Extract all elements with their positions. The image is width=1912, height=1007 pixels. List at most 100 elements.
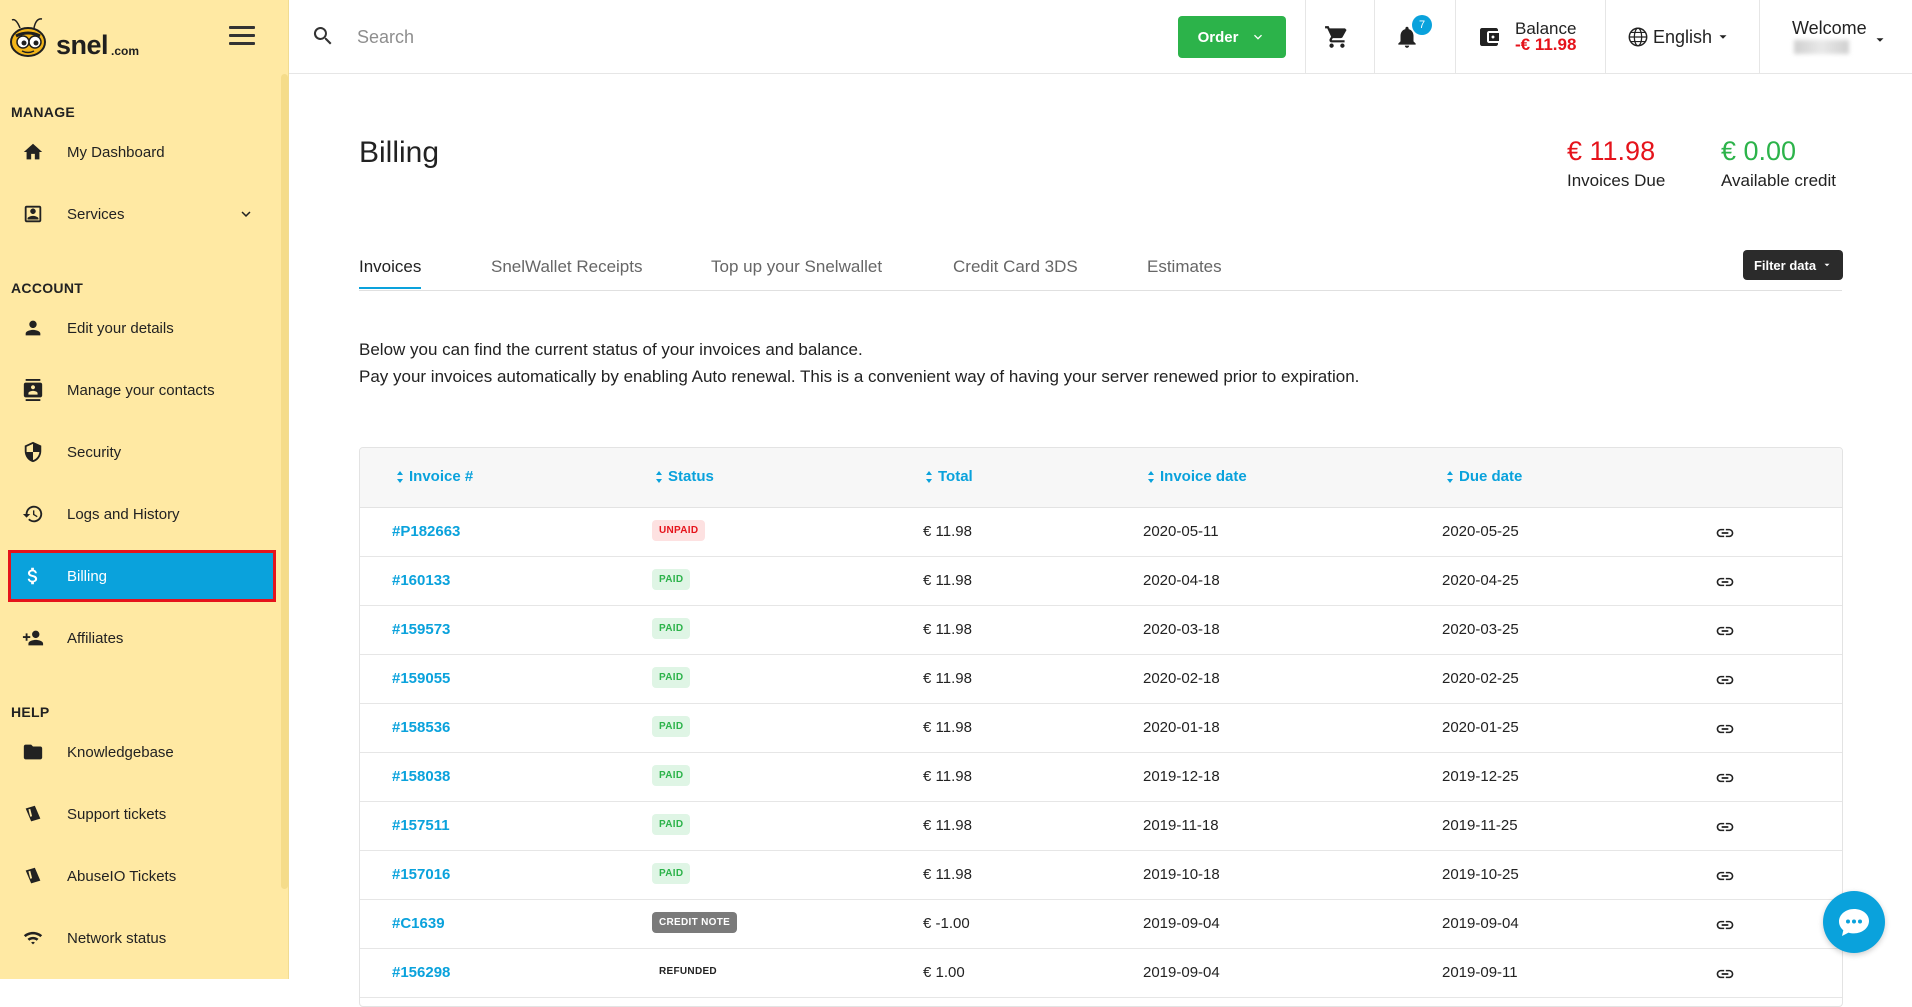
sidebar-item-logs[interactable]: Logs and History: [11, 490, 273, 538]
history-icon: [19, 500, 47, 528]
sidebar-item-network-status[interactable]: Network status: [11, 914, 273, 962]
account-caret-down-icon[interactable]: [1873, 33, 1887, 47]
invoice-number-link[interactable]: #157511: [392, 817, 450, 834]
chat-button[interactable]: [1823, 891, 1885, 953]
sidebar-item-dashboard[interactable]: My Dashboard: [11, 128, 273, 176]
column-header-total[interactable]: Total: [925, 468, 973, 485]
sidebar-item-label: Billing: [67, 567, 108, 585]
tab-estimates[interactable]: Estimates: [1147, 257, 1222, 287]
sidebar-scrollbar[interactable]: [281, 74, 288, 889]
tab-invoices[interactable]: Invoices: [359, 257, 422, 289]
sidebar-item-contacts[interactable]: Manage your contacts: [11, 366, 273, 414]
invoice-total: € 11.98: [923, 719, 972, 736]
sidebar-item-edit-details[interactable]: Edit your details: [11, 304, 273, 352]
due-date: 2019-12-25: [1442, 768, 1519, 785]
brand-name: snel: [56, 30, 109, 60]
table-row: #159055 PAID € 11.98 2020-02-18 2020-02-25: [360, 655, 1842, 704]
sidebar-item-services[interactable]: Services: [11, 190, 273, 238]
globe-icon: [1628, 27, 1648, 47]
link-icon[interactable]: [1713, 964, 1737, 984]
abuse-tickets-icon: [19, 862, 47, 890]
link-icon[interactable]: [1713, 523, 1737, 543]
search-icon[interactable]: [311, 24, 335, 48]
status-badge: PAID: [652, 569, 691, 590]
tab-top-up-snelwallet[interactable]: Top up your Snelwallet: [711, 257, 882, 287]
tab-credit-card-3ds[interactable]: Credit Card 3DS: [953, 257, 1078, 287]
sidebar-item-affiliates[interactable]: Affiliates: [11, 614, 273, 662]
search-input[interactable]: [357, 22, 857, 52]
table-row: #159573 PAID € 11.98 2020-03-18 2020-03-25: [360, 606, 1842, 655]
link-icon[interactable]: [1713, 817, 1737, 837]
invoice-number-link[interactable]: #C1639: [392, 915, 445, 932]
column-label: Status: [668, 468, 714, 485]
invoice-number-link[interactable]: #159055: [392, 670, 450, 687]
menu-toggle-icon[interactable]: [229, 26, 255, 48]
invoice-number-link[interactable]: #157016: [392, 866, 450, 883]
page-title: Billing: [359, 136, 440, 169]
column-header-due-date[interactable]: Due date: [1446, 468, 1522, 485]
status-badge: PAID: [652, 716, 691, 737]
table-row: #158038 PAID € 11.98 2019-12-18 2019-12-25: [360, 753, 1842, 802]
sidebar: snel .com MANAGE My Dashboard Services A…: [0, 0, 289, 979]
brand-logo[interactable]: snel .com: [8, 14, 158, 62]
invoice-date: 2020-05-11: [1143, 523, 1219, 540]
tab-snelwallet-receipts[interactable]: SnelWallet Receipts: [491, 257, 643, 287]
sidebar-item-security[interactable]: Security: [11, 428, 273, 476]
status-badge: UNPAID: [652, 520, 706, 541]
cart-icon[interactable]: [1324, 24, 1350, 50]
column-header-status[interactable]: Status: [655, 468, 714, 485]
table-row: #156298 REFUNDED € 1.00 2019-09-04 2019-09-1…: [360, 949, 1842, 998]
link-icon[interactable]: [1713, 670, 1737, 690]
sidebar-item-label: Services: [67, 205, 125, 223]
bee-logo-icon: [10, 18, 46, 57]
invoice-number-link[interactable]: #158038: [392, 768, 450, 785]
link-icon[interactable]: [1713, 719, 1737, 739]
invoice-number-link[interactable]: #158536: [392, 719, 450, 736]
sidebar-item-abuseio-tickets[interactable]: AbuseIO Tickets: [11, 852, 273, 900]
language-label: English: [1653, 26, 1713, 47]
sort-icon: [397, 470, 403, 483]
sidebar-item-knowledgebase[interactable]: Knowledgebase: [11, 728, 273, 776]
table-row: #P182663 UNPAID € 11.98 2020-05-11 2020-05-2…: [360, 508, 1842, 557]
invoice-total: € 11.98: [923, 670, 972, 687]
language-selector[interactable]: English: [1627, 26, 1730, 48]
order-button-label: Order: [1197, 28, 1239, 46]
link-icon[interactable]: [1713, 768, 1737, 788]
table-row: #158536 PAID € 11.98 2020-01-18 2020-01-25: [360, 704, 1842, 753]
status-badge: CREDIT NOTE: [652, 912, 738, 933]
invoice-number-link[interactable]: #P182663: [392, 523, 460, 540]
invoice-total: € 1.00: [923, 964, 965, 981]
filter-data-button[interactable]: Filter data: [1743, 250, 1843, 280]
column-label: Total: [938, 468, 973, 485]
link-icon[interactable]: [1713, 621, 1737, 641]
billing-intro: Below you can find the current status of…: [359, 336, 1359, 390]
sidebar-item-support-tickets[interactable]: Support tickets: [11, 790, 273, 838]
invoice-number-link[interactable]: #159573: [392, 621, 450, 638]
sidebar-item-label: Support tickets: [67, 805, 167, 823]
topbar-divider: [1374, 0, 1375, 74]
link-icon[interactable]: [1713, 915, 1737, 935]
services-icon: [19, 200, 47, 228]
chevron-down-icon[interactable]: [237, 205, 255, 223]
wallet-icon: [1480, 28, 1499, 46]
column-header-invoice[interactable]: Invoice #: [396, 468, 473, 485]
order-button[interactable]: Order: [1178, 16, 1286, 58]
invoice-number-link[interactable]: #160133: [392, 572, 450, 589]
invoice-number-link[interactable]: #156298: [392, 964, 450, 981]
invoice-total: € 11.98: [923, 621, 972, 638]
table-row: #C1639 CREDIT NOTE € -1.00 2019-09-04 2019-0…: [360, 900, 1842, 949]
welcome-label[interactable]: Welcome: [1792, 18, 1867, 39]
status-badge: PAID: [652, 618, 691, 639]
column-header-invoice-date[interactable]: Invoice date: [1147, 468, 1247, 485]
invoices-due-amount: € 11.98: [1567, 136, 1656, 166]
invoice-date: 2019-09-04: [1143, 915, 1220, 932]
invoice-date: 2020-01-18: [1143, 719, 1220, 736]
invoices-table: Invoice # Status Total Invoice date Due …: [359, 447, 1843, 1007]
link-icon[interactable]: [1713, 866, 1737, 886]
person-icon: [19, 314, 47, 342]
link-icon[interactable]: [1713, 572, 1737, 592]
sidebar-item-label: My Dashboard: [67, 143, 165, 161]
sidebar-item-billing[interactable]: Billing: [8, 550, 276, 602]
status-badge: PAID: [652, 765, 691, 786]
invoice-total: € 11.98: [923, 866, 972, 883]
